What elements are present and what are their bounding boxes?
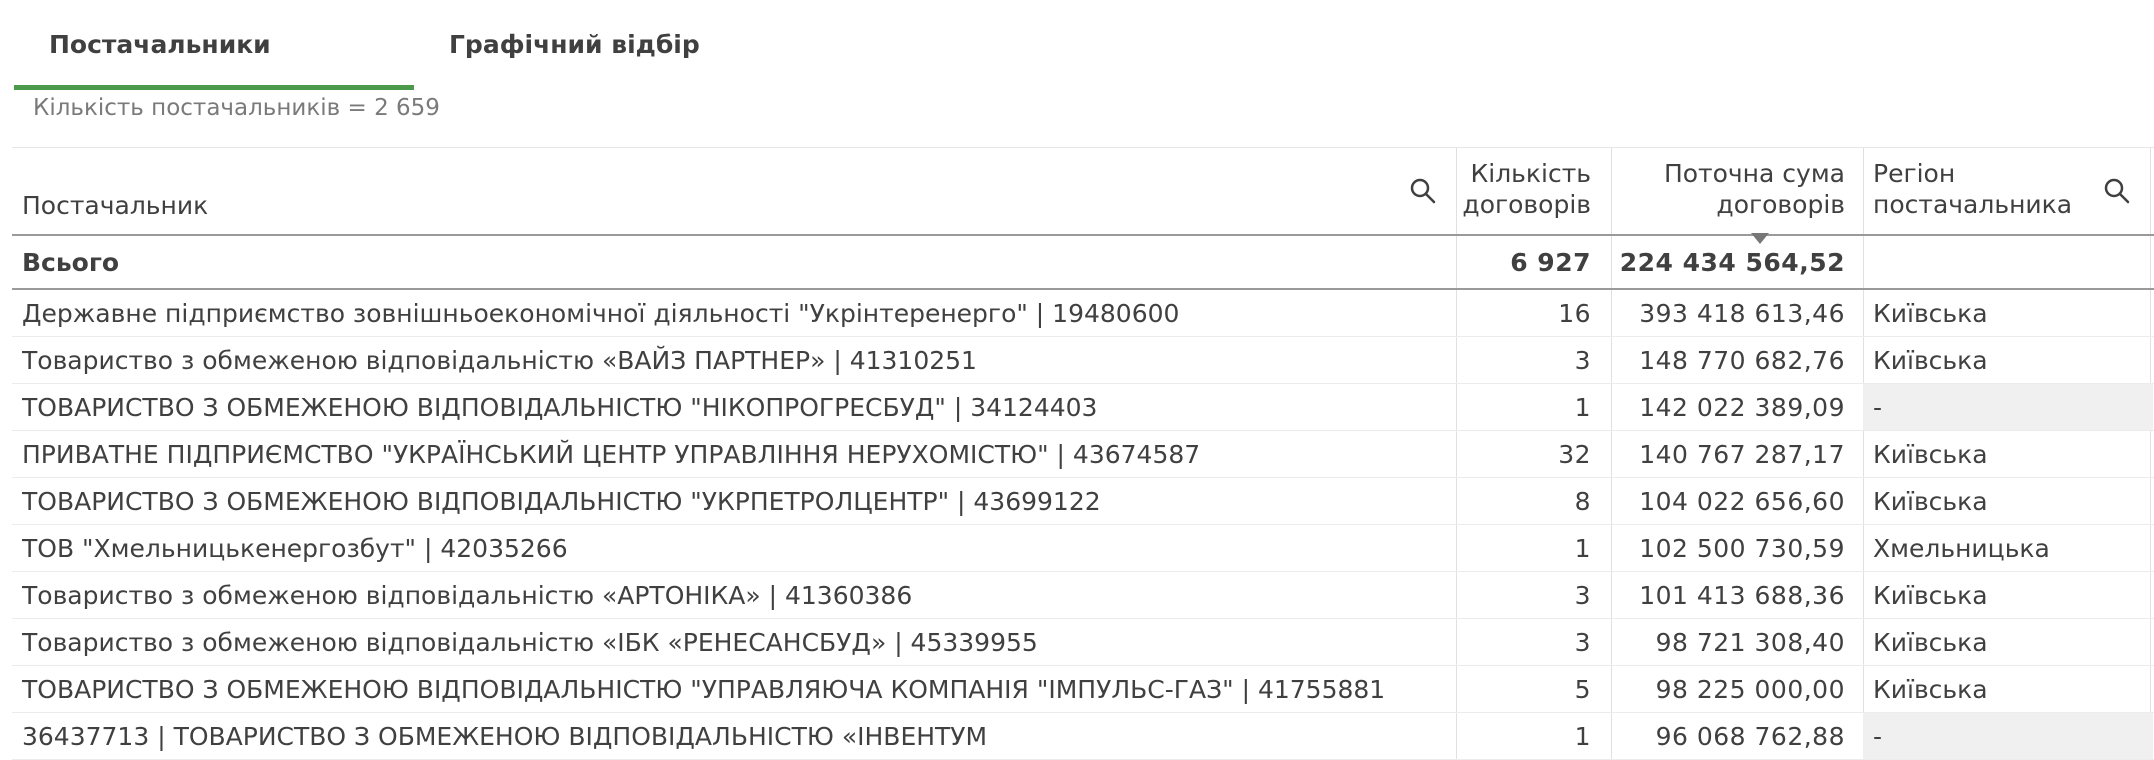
contract-sum-cell[interactable]: 98 225 000,00 bbox=[1612, 666, 1845, 712]
supplier-cell[interactable]: Товариство з обмеженою відповідальністю … bbox=[22, 337, 1452, 383]
totals-region bbox=[1863, 236, 2153, 288]
contract-count-cell[interactable]: 1 bbox=[1457, 713, 1591, 759]
region-cell[interactable]: Київська bbox=[1863, 619, 2153, 665]
totals-row: Всього 6 927 5 224 434 564,52 bbox=[12, 236, 2154, 290]
contract-count-cell[interactable]: 3 bbox=[1457, 619, 1591, 665]
region-cell[interactable]: Київська bbox=[1863, 478, 2153, 524]
totals-sum: 5 224 434 564,52 bbox=[1612, 247, 1845, 277]
contract-sum-cell[interactable]: 96 068 762,88 bbox=[1612, 713, 1845, 759]
table-header: Постачальник Кількість договорів Поточна… bbox=[12, 147, 2154, 244]
totals-count: 6 927 bbox=[1510, 247, 1591, 277]
header-supplier-region[interactable]: Регіон постачальника bbox=[1873, 158, 2072, 220]
region-cell[interactable]: Київська bbox=[1863, 572, 2153, 618]
contract-sum-cell[interactable]: 142 022 389,09 bbox=[1612, 384, 1845, 430]
header-region-line1: Регіон bbox=[1873, 159, 1956, 188]
column-divider bbox=[1863, 148, 1864, 234]
header-supplier[interactable]: Постачальник bbox=[22, 190, 208, 221]
table-row[interactable]: ТОВАРИСТВО З ОБМЕЖЕНОЮ ВІДПОВІДАЛЬНІСТЮ … bbox=[12, 666, 2154, 713]
table-row[interactable]: ТОВАРИСТВО З ОБМЕЖЕНОЮ ВІДПОВІДАЛЬНІСТЮ … bbox=[12, 384, 2154, 431]
region-cell[interactable]: - bbox=[1863, 713, 2153, 759]
table-row[interactable]: Державне підприємство зовнішньоекономічн… bbox=[12, 290, 2154, 337]
search-icon[interactable] bbox=[1408, 176, 1438, 206]
supplier-cell[interactable]: ТОВАРИСТВО З ОБМЕЖЕНОЮ ВІДПОВІДАЛЬНІСТЮ … bbox=[22, 666, 1452, 712]
totals-label: Всього bbox=[22, 247, 120, 277]
contract-count-cell[interactable]: 1 bbox=[1457, 384, 1591, 430]
tab-suppliers[interactable]: Постачальники bbox=[49, 30, 271, 59]
supplier-cell[interactable]: ПРИВАТНЕ ПІДПРИЄМСТВО "УКРАЇНСЬКИЙ ЦЕНТР… bbox=[22, 431, 1452, 477]
table-row[interactable]: Товариство з обмеженою відповідальністю … bbox=[12, 619, 2154, 666]
suppliers-table: Постачальник Кількість договорів Поточна… bbox=[12, 147, 2154, 760]
supplier-cell[interactable]: ТОВАРИСТВО З ОБМЕЖЕНОЮ ВІДПОВІДАЛЬНІСТЮ … bbox=[22, 478, 1452, 524]
header-contract-sum[interactable]: Поточна сума договорів bbox=[1612, 158, 1845, 220]
table-row[interactable]: Товариство з обмеженою відповідальністю … bbox=[12, 572, 2154, 619]
header-region-line2: постачальника bbox=[1873, 190, 2073, 219]
header-contract-count[interactable]: Кількість договорів bbox=[1457, 158, 1591, 220]
header-contract-count-line2: договорів bbox=[1462, 190, 1591, 219]
region-cell[interactable]: - bbox=[1863, 384, 2153, 430]
region-cell[interactable]: Київська bbox=[1863, 290, 2153, 336]
table-row[interactable]: 36437713 | ТОВАРИСТВО З ОБМЕЖЕНОЮ ВІДПОВ… bbox=[12, 713, 2154, 760]
contract-sum-cell[interactable]: 102 500 730,59 bbox=[1612, 525, 1845, 571]
contract-sum-cell[interactable]: 393 418 613,46 bbox=[1612, 290, 1845, 336]
table-row[interactable]: ТОВ "Хмельницькенергозбут" | 42035266 1 10… bbox=[12, 525, 2154, 572]
contract-count-cell[interactable]: 5 bbox=[1457, 666, 1591, 712]
tab-graphic-selection[interactable]: Графічний відбір bbox=[449, 30, 700, 59]
active-tab-indicator bbox=[14, 85, 414, 90]
supplier-count-summary: Кількість постачальників = 2 659 bbox=[33, 95, 440, 121]
contract-count-cell[interactable]: 32 bbox=[1457, 431, 1591, 477]
supplier-cell[interactable]: Товариство з обмеженою відповідальністю … bbox=[22, 572, 1452, 618]
contract-sum-cell[interactable]: 104 022 656,60 bbox=[1612, 478, 1845, 524]
contract-sum-cell[interactable]: 148 770 682,76 bbox=[1612, 337, 1845, 383]
region-cell[interactable]: Київська bbox=[1863, 337, 2153, 383]
region-cell[interactable]: Київська bbox=[1863, 431, 2153, 477]
search-icon[interactable] bbox=[2102, 176, 2132, 206]
supplier-cell[interactable]: 36437713 | ТОВАРИСТВО З ОБМЕЖЕНОЮ ВІДПОВ… bbox=[22, 713, 1452, 759]
region-cell[interactable]: Київська bbox=[1863, 666, 2153, 712]
supplier-cell[interactable]: Державне підприємство зовнішньоекономічн… bbox=[22, 290, 1452, 336]
contract-sum-cell[interactable]: 101 413 688,36 bbox=[1612, 572, 1845, 618]
contract-count-cell[interactable]: 3 bbox=[1457, 337, 1591, 383]
column-divider bbox=[2150, 148, 2151, 234]
table-row[interactable]: ПРИВАТНЕ ПІДПРИЄМСТВО "УКРАЇНСЬКИЙ ЦЕНТР… bbox=[12, 431, 2154, 478]
contract-count-cell[interactable]: 8 bbox=[1457, 478, 1591, 524]
contract-count-cell[interactable]: 3 bbox=[1457, 572, 1591, 618]
contract-sum-cell[interactable]: 140 767 287,17 bbox=[1612, 431, 1845, 477]
supplier-cell[interactable]: Товариство з обмеженою відповідальністю … bbox=[22, 619, 1452, 665]
table-body: Державне підприємство зовнішньоекономічн… bbox=[12, 290, 2154, 760]
header-contract-count-line1: Кількість bbox=[1470, 159, 1592, 188]
supplier-cell[interactable]: ТОВ "Хмельницькенергозбут" | 42035266 bbox=[22, 525, 1452, 571]
header-contract-sum-line1: Поточна сума bbox=[1663, 159, 1845, 188]
table-row[interactable]: ТОВАРИСТВО З ОБМЕЖЕНОЮ ВІДПОВІДАЛЬНІСТЮ … bbox=[12, 478, 2154, 525]
contract-sum-cell[interactable]: 98 721 308,40 bbox=[1612, 619, 1845, 665]
table-row[interactable]: Товариство з обмеженою відповідальністю … bbox=[12, 337, 2154, 384]
contract-count-cell[interactable]: 1 bbox=[1457, 525, 1591, 571]
supplier-cell[interactable]: ТОВАРИСТВО З ОБМЕЖЕНОЮ ВІДПОВІДАЛЬНІСТЮ … bbox=[22, 384, 1452, 430]
contract-count-cell[interactable]: 16 bbox=[1457, 290, 1591, 336]
header-contract-sum-line2: договорів bbox=[1716, 190, 1845, 219]
region-cell[interactable]: Хмельницька bbox=[1863, 525, 2153, 571]
tab-bar: Постачальники Графічний відбір bbox=[14, 0, 1214, 92]
